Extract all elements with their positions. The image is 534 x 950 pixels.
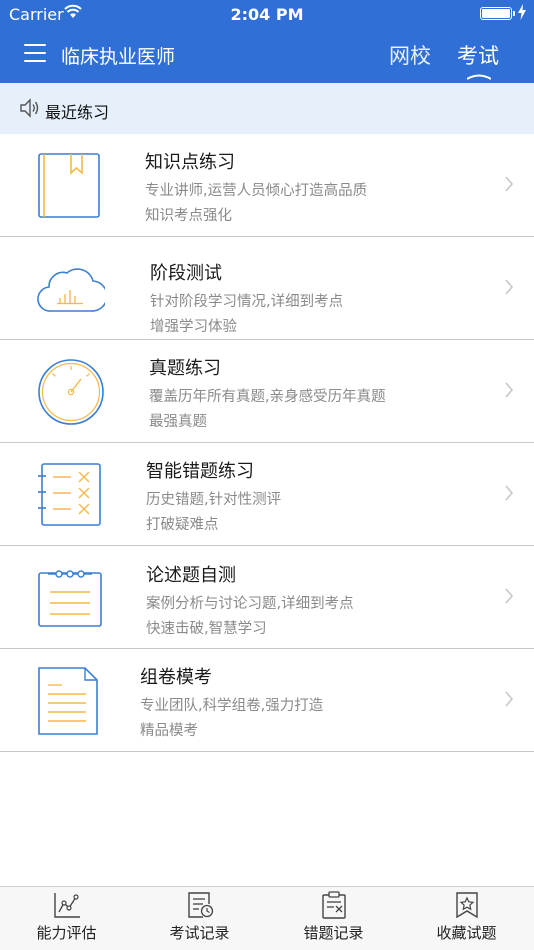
cloud-chart-icon	[37, 268, 105, 312]
tab-exam[interactable]: 考试	[457, 40, 499, 70]
item-title: 论述题自测	[146, 565, 236, 586]
item-title: 组卷模考	[140, 667, 212, 688]
list-item-knowledge-practice[interactable]: 知识点练习 专业讲师,运营人员倾心打造高品质 知识考点强化	[0, 134, 534, 237]
record-clock-icon	[188, 892, 214, 918]
tab-label: 收藏试题	[436, 924, 497, 942]
item-description: 最强真题	[149, 414, 207, 430]
bottom-tab-bar: 能力评估 考试记录 错题记录 收藏试题	[0, 886, 534, 950]
list-item-essay-self-test[interactable]: 论述题自测 案例分析与讨论习题,详细到考点 快速击破,智慧学习	[0, 546, 534, 649]
list-item-mock-exam[interactable]: 组卷模考 专业团队,科学组卷,强力打造 精品模考	[0, 649, 534, 752]
item-description: 针对阶段学习情况,详细到考点	[150, 294, 344, 310]
item-description: 案例分析与讨论习题,详细到考点	[146, 596, 354, 612]
tab-mistake-records[interactable]: 错题记录	[267, 887, 400, 950]
item-description: 精品模考	[140, 723, 198, 739]
list-item-past-exam-practice[interactable]: 真题练习 覆盖历年所有真题,亲身感受历年真题 最强真题	[0, 340, 534, 443]
tab-label: 考试记录	[169, 924, 230, 942]
chevron-right-icon	[505, 176, 514, 192]
list-item-smart-mistake-practice[interactable]: 智能错题练习 历史错题,针对性测评 打破疑难点	[0, 443, 534, 546]
recent-practice-banner[interactable]: 最近练习	[0, 83, 534, 134]
item-description: 专业团队,科学组卷,强力打造	[140, 698, 324, 714]
item-title: 知识点练习	[145, 152, 235, 173]
recent-practice-label: 最近练习	[45, 103, 110, 122]
clipboard-x-icon	[322, 891, 346, 919]
item-description: 历史错题,针对性测评	[146, 492, 282, 508]
chevron-right-icon	[505, 485, 514, 501]
chevron-right-icon	[505, 588, 514, 604]
chevron-right-icon	[505, 691, 514, 707]
status-bar: Carrier 2:04 PM	[0, 0, 534, 28]
chevron-right-icon	[505, 279, 514, 295]
tab-label: 错题记录	[303, 924, 364, 942]
item-description: 专业讲师,运营人员倾心打造高品质	[145, 183, 368, 199]
status-time: 2:04 PM	[230, 5, 304, 24]
tab-favorite-questions[interactable]: 收藏试题	[400, 887, 533, 950]
battery-icon	[480, 7, 515, 20]
item-title: 真题练习	[149, 358, 221, 379]
chevron-right-icon	[505, 382, 514, 398]
tab-ability-assessment[interactable]: 能力评估	[0, 887, 133, 950]
notepad-icon	[38, 570, 102, 627]
active-tab-indicator	[467, 74, 491, 80]
document-icon	[38, 667, 98, 735]
item-description: 知识考点强化	[145, 208, 232, 224]
book-icon	[38, 153, 100, 218]
list-item-stage-test[interactable]: 阶段测试 针对阶段学习情况,详细到考点 增强学习体验	[0, 237, 534, 340]
nav-title: 临床执业医师	[61, 46, 176, 68]
item-description: 打破疑难点	[146, 517, 219, 533]
tab-exam-records[interactable]: 考试记录	[133, 887, 266, 950]
hamburger-menu-icon[interactable]	[24, 44, 48, 64]
tab-school[interactable]: 网校	[389, 40, 431, 70]
item-description: 增强学习体验	[150, 319, 237, 335]
nav-bar: 临床执业医师 网校 考试	[0, 28, 534, 83]
tab-label: 能力评估	[36, 924, 97, 942]
line-chart-icon	[54, 893, 80, 918]
item-description: 快速击破,智慧学习	[146, 621, 267, 637]
item-title: 阶段测试	[150, 263, 222, 284]
checklist-icon	[38, 463, 101, 526]
bolt-icon	[518, 4, 526, 24]
item-title: 智能错题练习	[146, 461, 254, 482]
item-description: 覆盖历年所有真题,亲身感受历年真题	[149, 389, 386, 405]
gauge-icon	[38, 359, 104, 425]
bookmark-star-icon	[456, 892, 478, 919]
speaker-icon	[20, 98, 39, 118]
